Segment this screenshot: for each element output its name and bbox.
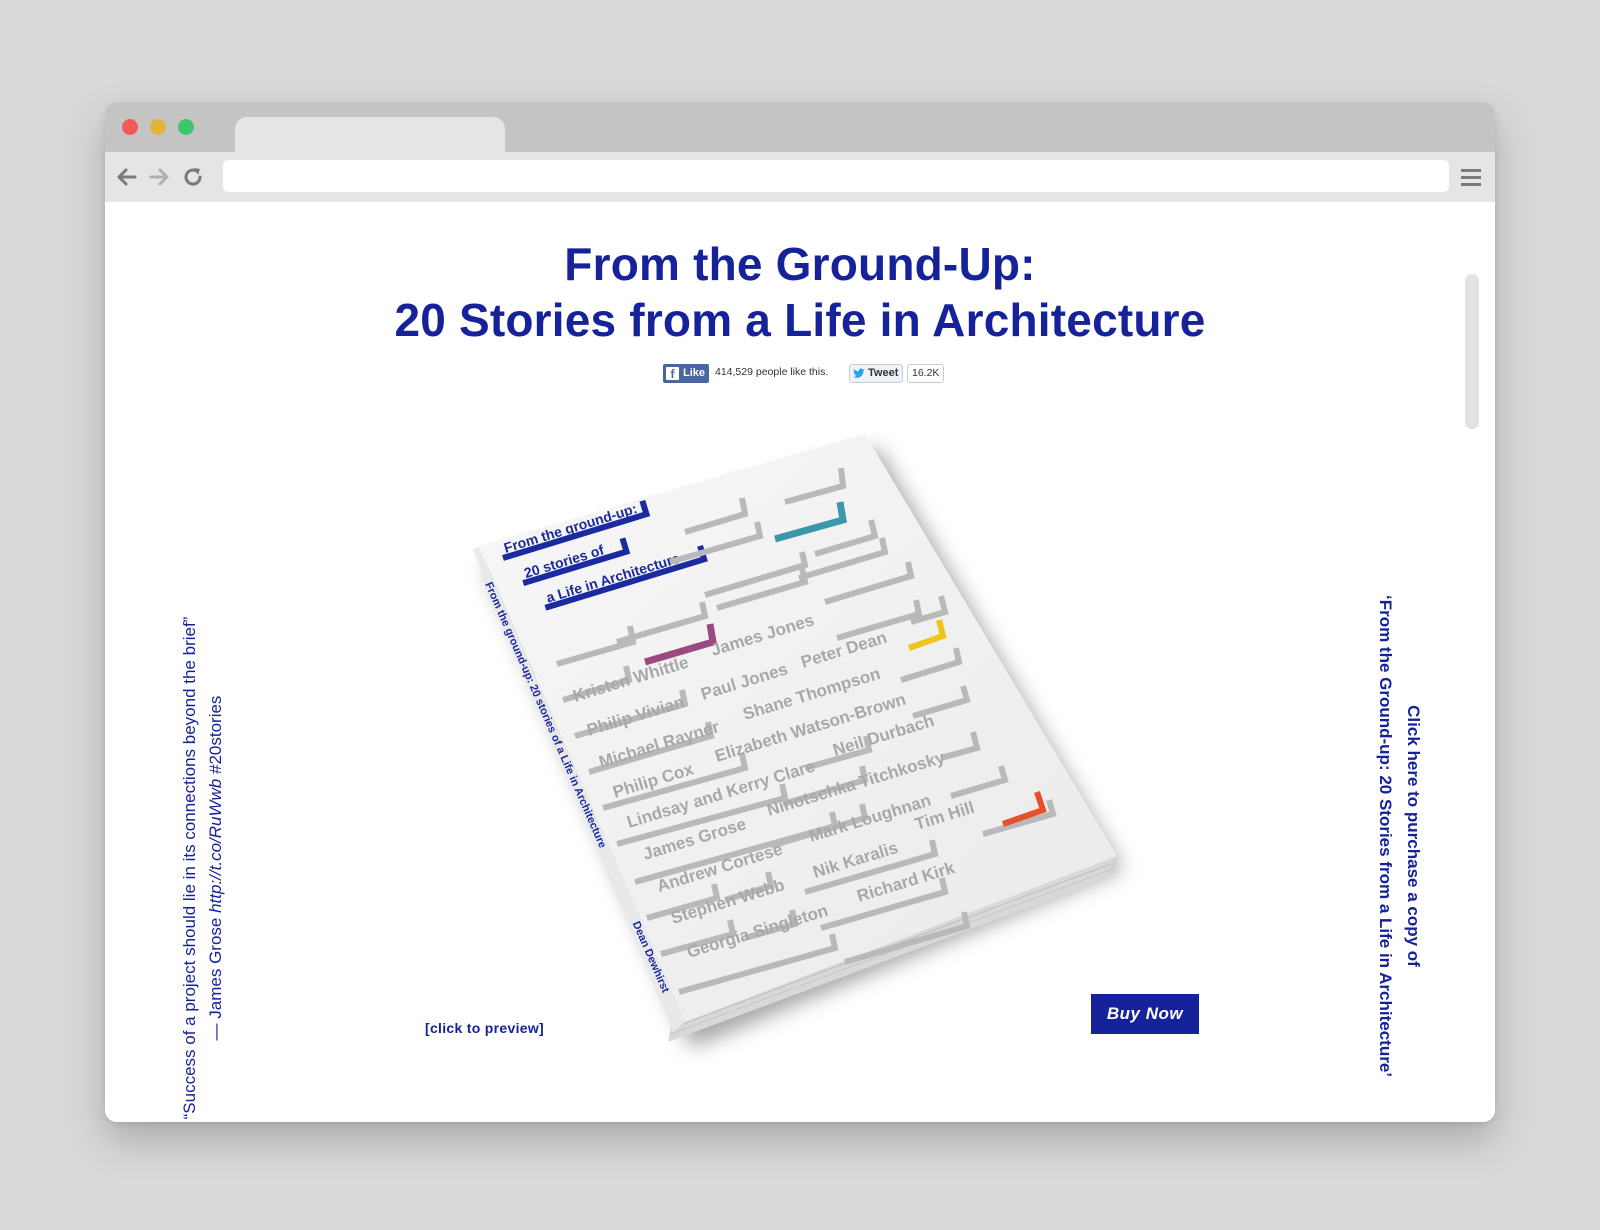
cover-name: James Jones <box>709 610 817 659</box>
back-arrow-icon[interactable] <box>115 165 139 189</box>
cover-name: Philip Cox <box>611 759 697 802</box>
vertical-purchase-link[interactable]: Click here to purchase a copy of ‘From t… <box>1371 576 1427 1096</box>
cover-name: Shane Thompson <box>741 664 883 724</box>
browser-window: From the Ground-Up: 20 Stories from a Li… <box>105 102 1495 1122</box>
quote-hashtag[interactable]: #20stories <box>206 696 225 774</box>
book-front-cover <box>479 434 1117 1022</box>
maximize-window-button[interactable] <box>178 119 194 135</box>
cover-name: Kristen Whittle <box>571 653 691 706</box>
page-content: From the Ground-Up: 20 Stories from a Li… <box>105 202 1495 1122</box>
page-title: From the Ground-Up: 20 Stories from a Li… <box>105 236 1495 348</box>
cover-name: Richard Kirk <box>855 858 958 906</box>
cover-name: Ninotschka Titchkosky <box>765 747 948 819</box>
tweet-button[interactable]: Tweet <box>849 364 903 383</box>
cover-name: Philip Vivian <box>585 692 687 740</box>
browser-toolbar <box>105 152 1495 202</box>
tweet-label: Tweet <box>868 367 899 379</box>
facebook-icon: f <box>666 367 679 381</box>
forward-arrow-icon[interactable] <box>147 165 171 189</box>
cover-name: Georgia Singleton <box>685 901 831 962</box>
book-cover-artwork: From the ground-up: 20 stories of a Life… <box>482 467 1057 995</box>
preview-link[interactable]: [click to preview] <box>425 1020 544 1036</box>
quote-link[interactable]: http://t.co/RuWwb <box>206 779 225 913</box>
cover-name: Nik Karalis <box>811 838 901 882</box>
facebook-like-button[interactable]: f Like <box>663 364 709 383</box>
accent-purple <box>644 623 717 666</box>
purchase-line-2: ‘From the Ground-up: 20 Stories from a L… <box>1376 594 1395 1078</box>
reload-icon[interactable] <box>181 165 205 189</box>
vertical-quote: “Success of a project should lie in its … <box>177 568 229 1122</box>
cover-title-3: a Life in Architecture <box>544 550 682 606</box>
cover-name: Paul Jones <box>699 659 790 703</box>
spine-title: From the ground-up: 20 stories of a Life… <box>482 580 608 850</box>
quote-text: “Success of a project should lie in its … <box>180 616 199 1120</box>
cover-name: Mark Loughnan <box>807 791 934 846</box>
cover-name: Peter Dean <box>799 628 890 672</box>
title-line-2: 20 Stories from a Life in Architecture <box>394 294 1206 346</box>
cover-name: Andrew Cortese <box>655 840 785 896</box>
title-bar <box>105 102 1495 153</box>
cover-name: Stephen Webb <box>669 875 787 928</box>
accent-teal <box>774 501 847 543</box>
spine-author: Dean Dewhirst <box>630 920 672 995</box>
purchase-line-1: Click here to purchase a copy of <box>1404 705 1423 967</box>
facebook-like-label: Like <box>683 367 706 379</box>
quote-attribution-line: — James Grose http://t.co/RuWwb #20stori… <box>203 568 229 1122</box>
cover-name: Elizabeth Watson-Brown <box>713 690 909 766</box>
cover-name: James Grose <box>641 814 749 863</box>
facebook-like-count: 414,529 people like this. <box>715 366 829 378</box>
browser-tab[interactable] <box>235 117 505 153</box>
book-spine <box>473 547 685 1032</box>
hamburger-menu-icon[interactable] <box>1459 166 1483 188</box>
cover-name: Tim Hill <box>913 798 977 834</box>
twitter-bird-icon <box>853 368 865 378</box>
accent-orange <box>1002 791 1047 827</box>
address-bar[interactable] <box>223 160 1449 192</box>
cover-title-2: 20 stories of <box>522 542 606 582</box>
cover-name: Neil Durbach <box>831 711 937 760</box>
minimize-window-button[interactable] <box>150 119 166 135</box>
close-window-button[interactable] <box>122 119 138 135</box>
accent-yellow <box>908 619 947 651</box>
book-page-edges <box>668 854 1115 1042</box>
cover-name: Lindsay and Kerry Clare <box>625 756 818 831</box>
cover-title-1: From the ground-up: <box>502 500 639 556</box>
quote-attribution: — James Grose <box>206 917 225 1041</box>
title-line-1: From the Ground-Up: <box>564 238 1036 290</box>
tweet-count: 16.2K <box>907 364 945 383</box>
buy-now-button[interactable]: Buy Now <box>1091 994 1199 1034</box>
cover-name: Michael Rayner <box>597 717 722 772</box>
